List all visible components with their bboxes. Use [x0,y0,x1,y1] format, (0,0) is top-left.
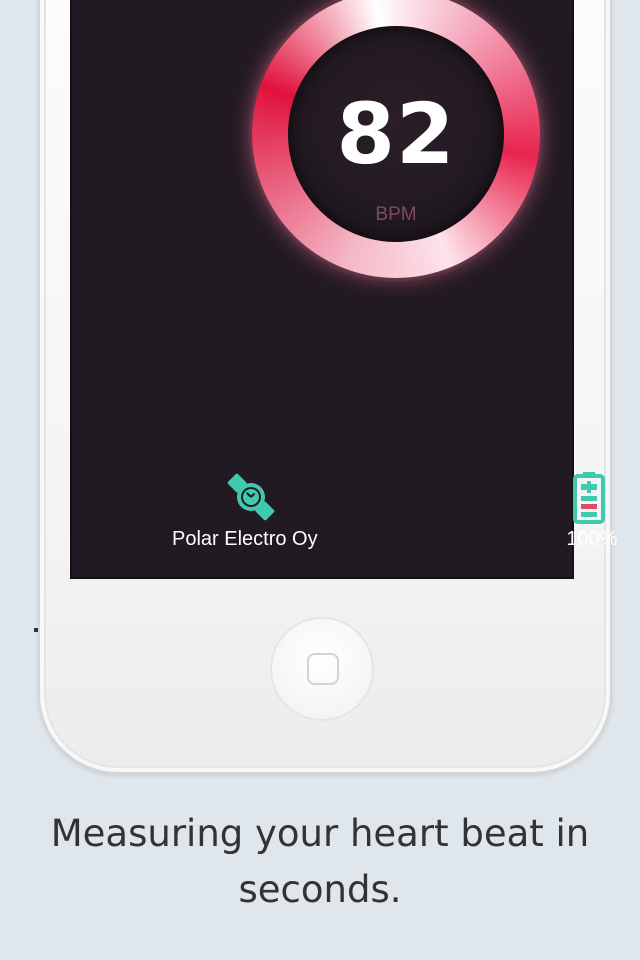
heart-rate-unit: BPM [375,204,417,225]
home-button[interactable] [270,617,374,721]
watch-icon [227,473,275,521]
app-screen: 82 BPM Polar Electro Oy 100% [70,0,618,579]
battery-icon [573,472,605,524]
promo-caption: Measuring your heart beat in seconds. [50,812,590,911]
heart-rate-ring: 82 BPM [252,0,540,278]
home-square-icon [307,653,339,685]
device-name-label: Polar Electro Oy [172,528,318,550]
battery-level-label: 100% [566,528,618,550]
heart-rate-value: 82 [336,85,456,183]
